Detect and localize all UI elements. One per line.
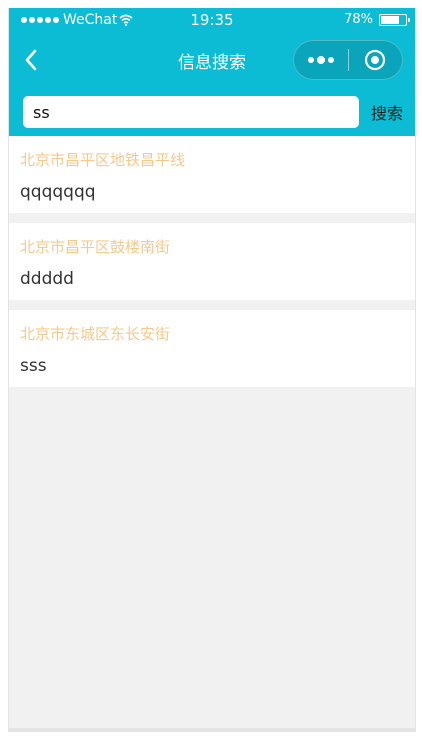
search-bar: 搜索 (9, 88, 415, 136)
result-item[interactable]: 北京市东城区东长安街 sss (9, 310, 415, 387)
bottom-divider (9, 728, 415, 732)
more-dots-icon (307, 57, 314, 63)
result-address: 北京市昌平区地铁昌平线 (20, 151, 186, 169)
status-battery: 78% (344, 12, 410, 27)
search-button[interactable]: 搜索 (359, 96, 415, 128)
search-input[interactable] (23, 96, 359, 128)
status-bar: WeChat 19:35 78% (9, 8, 415, 32)
menu-capsule (293, 40, 403, 80)
result-item[interactable]: 北京市昌平区地铁昌平线 qqqqqqq (9, 136, 415, 213)
battery-fill (381, 15, 400, 24)
more-button[interactable] (294, 41, 348, 79)
result-content: sss (20, 356, 47, 376)
battery-percent: 78% (344, 12, 373, 27)
target-circle-icon (365, 49, 386, 71)
battery-icon (379, 13, 410, 26)
result-address: 北京市昌平区鼓楼南街 (20, 238, 171, 256)
navigation-bar: 信息搜索 (9, 32, 415, 88)
app-window: WeChat 19:35 78% 信息搜索 ss 搜索 北京市昌平区地铁昌平线 … (8, 8, 416, 732)
results-list: 北京市昌平区地铁昌平线 qqqqqqq 北京市昌平区鼓楼南街 ddddd 北京市… (9, 136, 415, 397)
result-content: qqqqqqq (20, 182, 96, 202)
close-button[interactable] (348, 41, 402, 79)
result-content: ddddd (20, 269, 74, 289)
result-item[interactable]: 北京市昌平区鼓楼南街 ddddd (9, 223, 415, 300)
result-address: 北京市东城区东长安街 (20, 325, 171, 343)
